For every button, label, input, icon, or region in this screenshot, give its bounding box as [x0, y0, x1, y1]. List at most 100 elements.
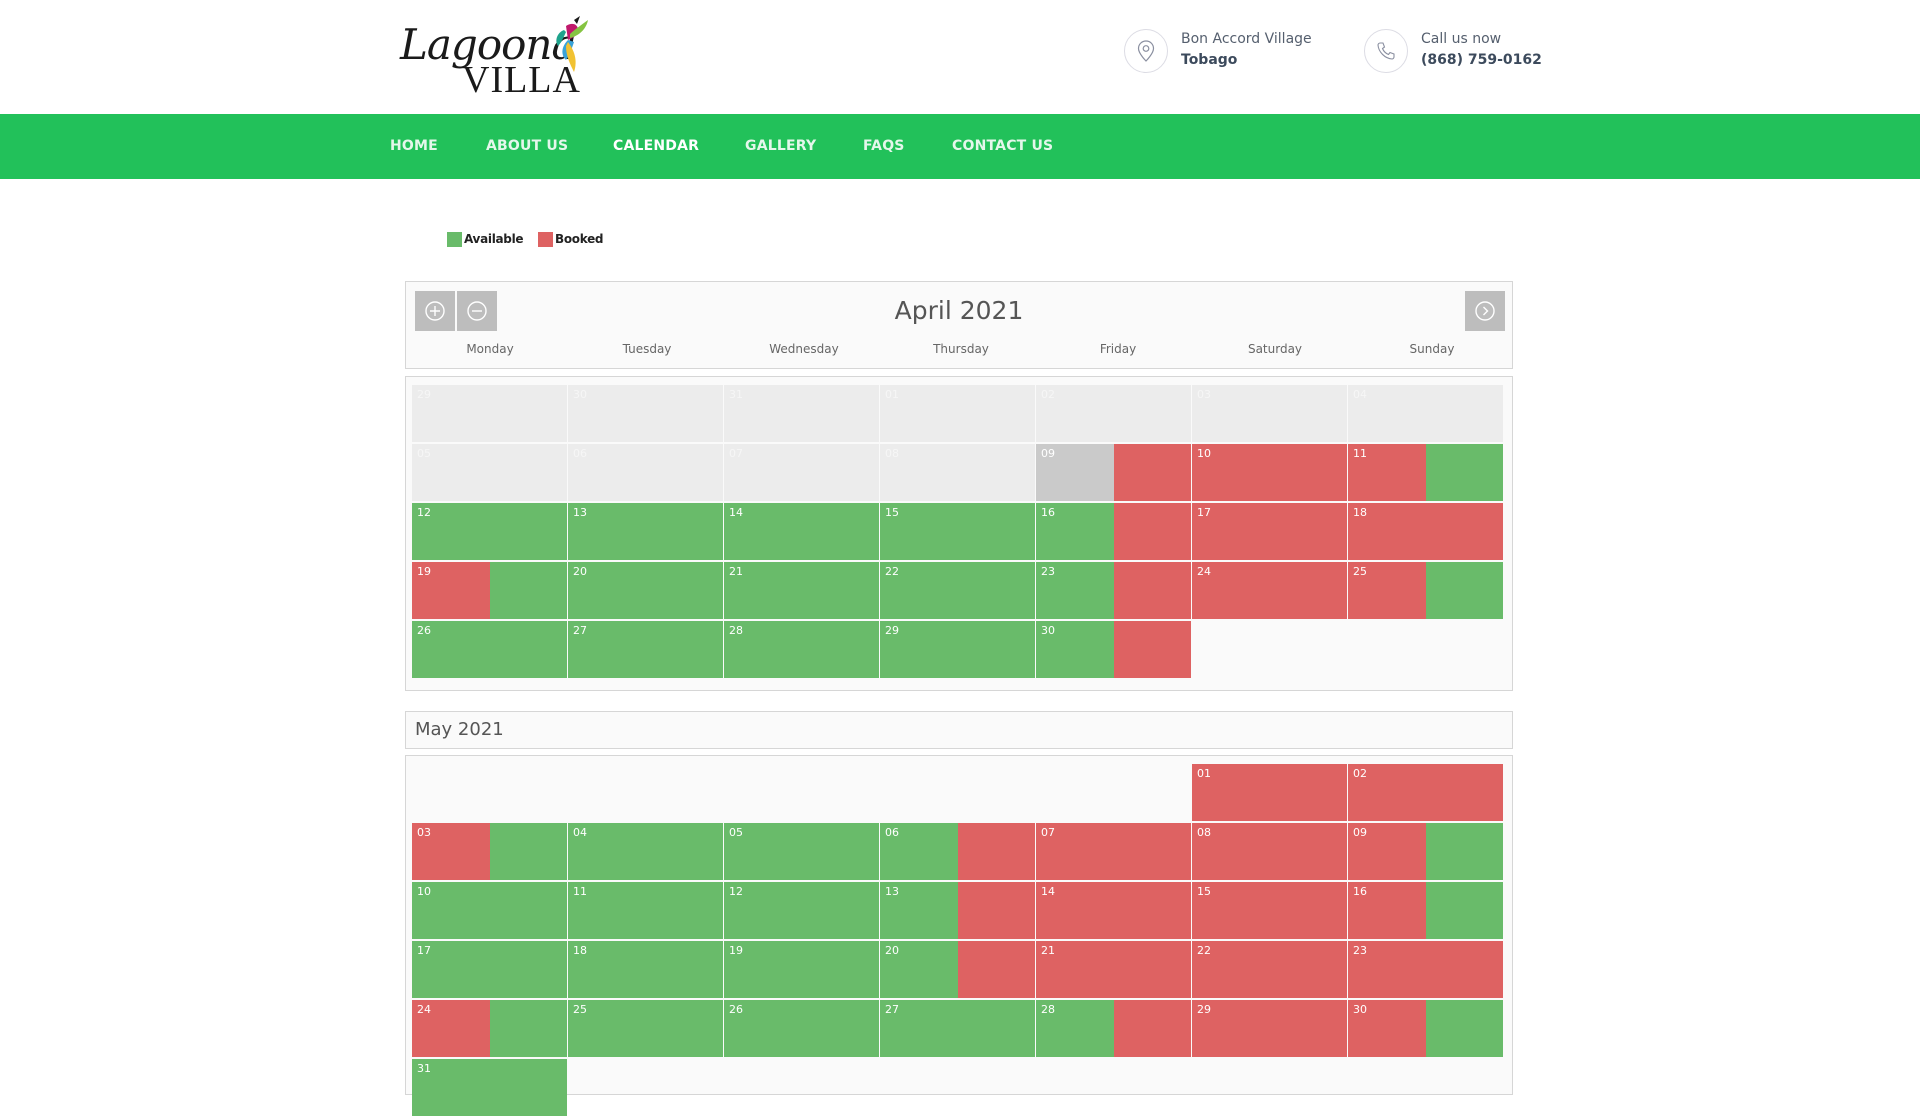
calendar-day-cell[interactable]: 20	[568, 562, 723, 619]
legend-booked-label: Booked	[555, 232, 604, 246]
month-grid-april: 29 30 31 01 02 03 04 05 06 07 08 09 10 11 12 13 14 15 16 17…	[405, 376, 1513, 691]
nav-gallery[interactable]: GALLERY	[745, 114, 816, 179]
day-number: 02	[1041, 388, 1055, 401]
calendar-day-cell[interactable]: 07	[1036, 823, 1191, 880]
calendar-day-cell[interactable]: 30	[1348, 1000, 1503, 1057]
nav-faqs[interactable]: FAQS	[863, 114, 905, 179]
calendar-day-cell[interactable]: 29	[880, 621, 1035, 678]
calendar-day-cell[interactable]: 14	[1036, 882, 1191, 939]
legend-booked: Booked	[538, 230, 604, 248]
day-number: 24	[417, 1003, 431, 1016]
calendar-day-cell[interactable]: 25	[1348, 562, 1503, 619]
day-number: 16	[1353, 885, 1367, 898]
day-number: 18	[573, 944, 587, 957]
calendar-day-cell[interactable]: 16	[1348, 882, 1503, 939]
day-number: 25	[1353, 565, 1367, 578]
calendar-day-cell[interactable]: 02	[1348, 764, 1503, 821]
calendar-day-cell[interactable]: 31	[412, 1059, 567, 1116]
calendar-day-cell[interactable]: 30	[1036, 621, 1191, 678]
day-number: 03	[417, 826, 431, 839]
calendar-day-cell[interactable]: 15	[1192, 882, 1347, 939]
nav-about-us[interactable]: ABOUT US	[486, 114, 568, 179]
phone-icon[interactable]	[1364, 29, 1408, 73]
nav-contact-us[interactable]: CONTACT US	[952, 114, 1053, 179]
day-number: 13	[573, 506, 587, 519]
calendar-day-cell[interactable]: 21	[724, 562, 879, 619]
calendar-day-cell: 31	[724, 385, 879, 442]
calendar-day-cell[interactable]: 01	[1192, 764, 1347, 821]
day-number: 27	[573, 624, 587, 637]
day-half-checkin	[1113, 562, 1191, 619]
calendar-day-cell[interactable]: 26	[412, 621, 567, 678]
calendar-day-cell[interactable]: 13	[880, 882, 1035, 939]
calendar-day-cell[interactable]: 27	[880, 1000, 1035, 1057]
calendar-day-cell[interactable]: 24	[1192, 562, 1347, 619]
day-number: 26	[417, 624, 431, 637]
calendar-day-cell[interactable]: 12	[724, 882, 879, 939]
calendar-day-cell[interactable]: 25	[568, 1000, 723, 1057]
calendar-day-cell[interactable]: 23	[1348, 941, 1503, 998]
calendar-day-cell[interactable]: 05	[724, 823, 879, 880]
day-number: 01	[1197, 767, 1211, 780]
day-number: 14	[729, 506, 743, 519]
calendar-day-cell[interactable]: 22	[1192, 941, 1347, 998]
day-number: 30	[1041, 624, 1055, 637]
day-number: 08	[1197, 826, 1211, 839]
calendar-day-cell[interactable]: 29	[1192, 1000, 1347, 1057]
phone-number[interactable]: (868) 759-0162	[1421, 52, 1542, 68]
day-number: 28	[1041, 1003, 1055, 1016]
calendar-day-cell[interactable]: 19	[412, 562, 567, 619]
weekday-label: Saturday	[1247, 342, 1303, 356]
calendar-day-cell[interactable]: 12	[412, 503, 567, 560]
calendar-day-cell[interactable]: 22	[880, 562, 1035, 619]
day-number: 11	[1353, 447, 1367, 460]
day-number: 27	[885, 1003, 899, 1016]
site-logo[interactable]: Lagoona VILLA	[398, 16, 588, 101]
calendar-day-cell[interactable]: 10	[1192, 444, 1347, 501]
calendar-day-cell: 07	[724, 444, 879, 501]
calendar-day-cell[interactable]: 11	[1348, 444, 1503, 501]
calendar-day-cell[interactable]: 17	[412, 941, 567, 998]
calendar-day-cell[interactable]: 27	[568, 621, 723, 678]
calendar-day-cell[interactable]: 21	[1036, 941, 1191, 998]
calendar-day-cell[interactable]: 14	[724, 503, 879, 560]
calendar-day-cell[interactable]: 18	[1348, 503, 1503, 560]
day-half-checkin	[957, 823, 1035, 880]
calendar-day-cell[interactable]: 13	[568, 503, 723, 560]
calendar-day-cell[interactable]: 24	[412, 1000, 567, 1057]
day-half-checkin	[1425, 882, 1503, 939]
nav-calendar[interactable]: CALENDAR	[613, 114, 699, 179]
legend-available-swatch	[447, 231, 462, 247]
calendar-day-cell[interactable]: 20	[880, 941, 1035, 998]
weekday-label: Monday	[466, 342, 514, 356]
calendar-day-cell[interactable]: 28	[724, 621, 879, 678]
calendar-day-cell[interactable]: 10	[412, 882, 567, 939]
next-month-button[interactable]	[1465, 291, 1505, 331]
calendar-day-cell[interactable]: 03	[412, 823, 567, 880]
calendar-header: April 2021 Monday Tuesday Wednesday Thur…	[405, 281, 1513, 369]
phone-caption: Call us now	[1421, 31, 1502, 47]
calendar-day-cell[interactable]: 04	[568, 823, 723, 880]
calendar-day-cell[interactable]: 17	[1192, 503, 1347, 560]
calendar-day-cell[interactable]: 28	[1036, 1000, 1191, 1057]
map-pin-icon	[1124, 29, 1168, 73]
day-half-checkin	[1113, 1000, 1191, 1057]
calendar-day-cell[interactable]: 23	[1036, 562, 1191, 619]
calendar-day-cell[interactable]: 08	[1192, 823, 1347, 880]
calendar-day-cell[interactable]: 06	[880, 823, 1035, 880]
calendar-day-cell[interactable]: 09	[1036, 444, 1191, 501]
day-number: 31	[417, 1062, 431, 1075]
nav-home[interactable]: HOME	[390, 114, 438, 179]
day-number: 17	[1197, 506, 1211, 519]
day-number: 04	[1353, 388, 1367, 401]
day-half-checkin	[489, 562, 567, 619]
day-number: 01	[885, 388, 899, 401]
calendar-day-cell[interactable]: 16	[1036, 503, 1191, 560]
calendar-day-cell: 30	[568, 385, 723, 442]
calendar-day-cell[interactable]: 19	[724, 941, 879, 998]
calendar-day-cell[interactable]: 15	[880, 503, 1035, 560]
calendar-day-cell[interactable]: 18	[568, 941, 723, 998]
calendar-day-cell[interactable]: 26	[724, 1000, 879, 1057]
calendar-day-cell[interactable]: 11	[568, 882, 723, 939]
calendar-day-cell[interactable]: 09	[1348, 823, 1503, 880]
